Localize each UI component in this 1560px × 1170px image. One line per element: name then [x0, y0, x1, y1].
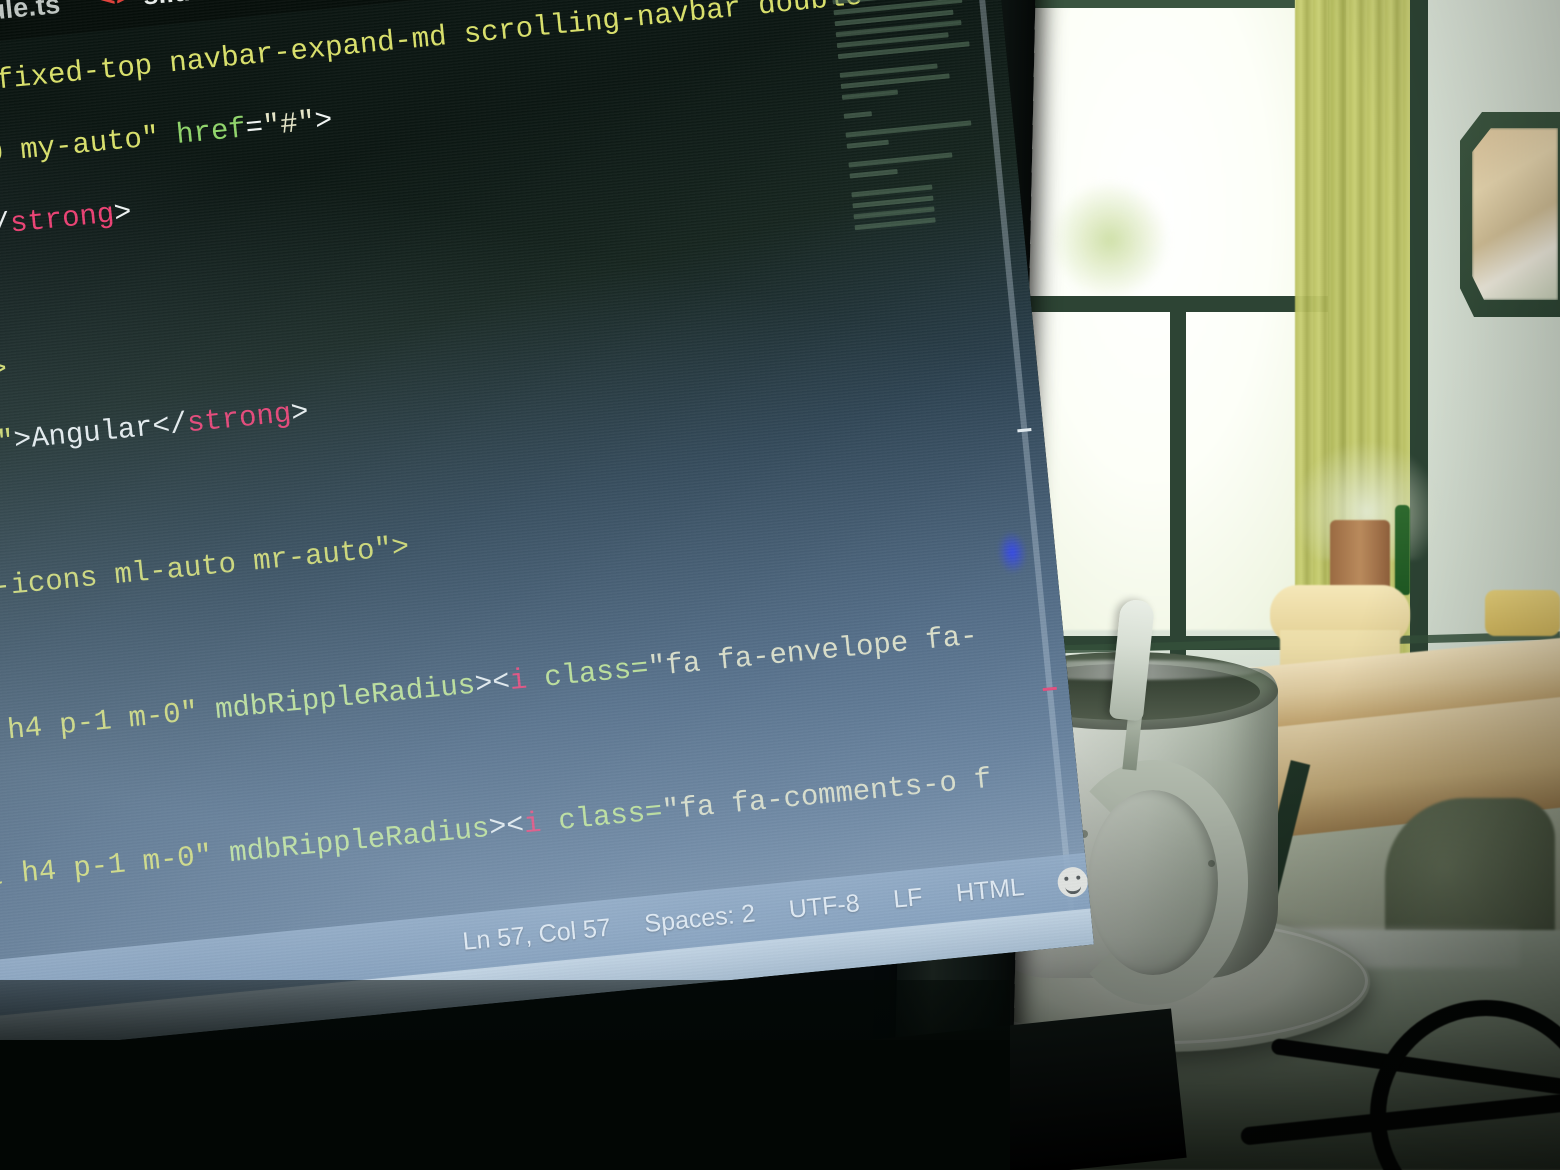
code-token: ght h4 p-1 m-0" — [5, 695, 200, 748]
status-cursor-position[interactable]: Ln 57, Col 57 — [461, 913, 612, 956]
framed-picture-art — [1472, 128, 1558, 300]
code-token: >Angular</ — [12, 407, 189, 458]
code-token: href — [174, 112, 248, 152]
window-top-sash — [1035, 0, 1295, 8]
window-frame-mullion — [1170, 300, 1186, 660]
code-token: mdbRippleRadius — [227, 811, 491, 871]
code-token: > — [112, 195, 134, 231]
status-language-mode[interactable]: HTML — [955, 873, 1026, 909]
html-code-icon: <> — [99, 0, 133, 15]
status-encoding[interactable]: UTF-8 — [788, 889, 861, 925]
code-token: strong — [8, 197, 116, 241]
code-token: l-1 m-0 my-auto" — [0, 120, 161, 175]
green-glass-bottle — [1395, 505, 1410, 595]
monitor-screen: .module.ts <> slide1.component.html ♂ sl… — [0, 0, 1094, 1055]
code-token: >< — [473, 665, 512, 702]
code-token: mdbRippleRadius — [213, 668, 477, 727]
code-token: ght h4 p-1 m-0" — [0, 839, 214, 898]
tab-module-ts-label: .module.ts — [0, 0, 62, 32]
code-token: >< — [487, 808, 526, 845]
status-eol[interactable]: LF — [892, 882, 924, 914]
code-token: class= — [525, 651, 650, 697]
photo-of-monitor-scene: .module.ts <> slide1.component.html ♂ sl… — [0, 0, 1560, 1170]
code-token: > — [289, 395, 311, 431]
code-token: "#" — [261, 105, 317, 144]
screen-surface: .module.ts <> slide1.component.html ♂ sl… — [0, 0, 1094, 1055]
smiley-icon[interactable] — [1056, 865, 1090, 899]
curtain-edge-frame — [1410, 0, 1428, 680]
code-token: "fa fa-comments-o f — [660, 762, 994, 828]
code-token: strong — [185, 397, 293, 441]
wooden-stool — [1485, 590, 1560, 636]
dark-desk-foreground — [0, 1040, 1010, 1170]
code-token: auto"> — [0, 352, 9, 396]
window-foliage — [1050, 180, 1170, 300]
code-token: class= — [539, 794, 665, 840]
window-frame-rail — [990, 296, 1346, 312]
code-token: > — [313, 103, 334, 139]
status-indentation[interactable]: Spaces: 2 — [643, 899, 756, 939]
